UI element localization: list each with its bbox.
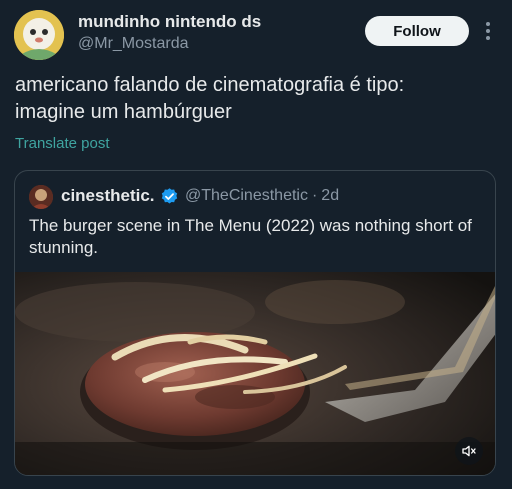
post: mundinho nintendo ds @Mr_Mostarda Follow… <box>0 0 512 489</box>
author-handle[interactable]: @Mr_Mostarda <box>78 35 189 53</box>
translate-post-link[interactable]: Translate post <box>15 135 110 152</box>
author-avatar[interactable] <box>14 10 64 60</box>
quoted-post[interactable]: cinesthetic. @TheCinesthetic · 2d The burg… <box>14 170 496 476</box>
quoted-meta: @TheCinesthetic · 2d <box>185 187 339 205</box>
post-text: americano falando de cinematografia é ti… <box>15 74 405 123</box>
volume-muted-icon <box>461 443 477 459</box>
quoted-author-name[interactable]: cinesthetic. <box>61 186 155 206</box>
quoted-author-avatar[interactable] <box>29 185 53 209</box>
meta-separator: · <box>311 187 318 204</box>
quoted-video[interactable] <box>15 272 495 475</box>
quoted-text: The burger scene in The Menu (2022) was … <box>29 216 472 257</box>
mute-toggle-button[interactable] <box>455 437 483 465</box>
author-name[interactable]: mundinho nintendo ds <box>78 12 261 32</box>
follow-button[interactable]: Follow <box>365 16 469 46</box>
verified-badge-icon <box>160 187 179 206</box>
quoted-timestamp[interactable]: 2d <box>321 187 339 204</box>
more-vertical-icon[interactable] <box>480 20 496 42</box>
quoted-author-handle[interactable]: @TheCinesthetic <box>185 187 308 204</box>
